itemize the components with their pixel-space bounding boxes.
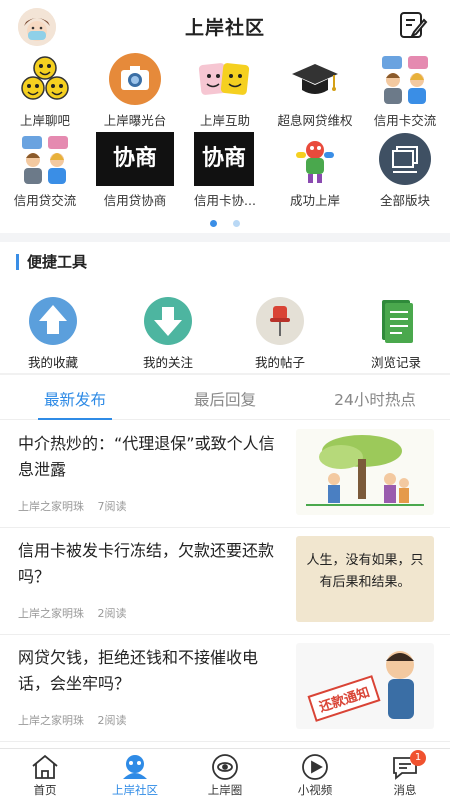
active-tab-indicator (38, 418, 112, 420)
nav-label: 小视频 (297, 783, 333, 797)
app-root: 上岸社区 上岸聊吧 上岸曝光台 上岸互助 超息网贷维权 信用卡交流 信用贷交流 … (0, 0, 450, 800)
category-label: 上岸曝光台 (103, 113, 167, 128)
page-dot[interactable] (232, 220, 240, 227)
nav-label: 消息 (393, 783, 417, 797)
tool-label: 我的关注 (142, 355, 193, 370)
circle-icon (210, 753, 240, 781)
tool-history[interactable]: 浏览记录 (346, 296, 446, 371)
pin-icon (253, 296, 307, 346)
feed-tabs: 最新发布 最后回复 24小时热点 (0, 380, 450, 420)
nav-circle[interactable]: 上岸圈 (180, 753, 270, 798)
post-title: 中介热炒的：“代理退保”或致个人信息泄露 (18, 434, 275, 479)
category-item[interactable]: 全部版块 (360, 132, 450, 209)
category-item[interactable]: 协商 信用贷协商 (90, 132, 180, 209)
category-item[interactable]: 信用贷交流 (0, 132, 90, 209)
page-dot-active[interactable] (210, 220, 218, 227)
celebrate-icon (288, 132, 342, 186)
category-label: 信用卡交流 (373, 113, 437, 128)
all-sections-icon (378, 132, 432, 186)
negotiate-icon: 协商 (194, 132, 254, 186)
tab-24h-hot[interactable]: 24小时热点 (300, 388, 450, 410)
document-icon (369, 296, 423, 346)
section-divider (0, 373, 450, 375)
unread-badge: 1 (410, 750, 426, 766)
post-item[interactable]: 信用卡被发卡行冻结，欠款还要还款吗？ 上岸之家明珠 2阅读 人生，没有如果，只有… (0, 528, 450, 635)
nav-home[interactable]: 首页 (0, 753, 90, 798)
chat-people-icon (378, 52, 432, 106)
tool-favorites[interactable]: 我的收藏 (3, 296, 103, 371)
negotiate-icon: 协商 (96, 132, 174, 186)
community-icon (120, 753, 150, 781)
category-label: 信用卡协... (194, 193, 256, 208)
post-item[interactable]: 网贷欠钱，拒绝还钱和不接催收电话，会坐牢吗？ 上岸之家明珠 2阅读 还款通知 (0, 635, 450, 742)
camera-icon (108, 52, 162, 106)
nav-community[interactable]: 上岸社区 (90, 753, 180, 798)
emoji-group-icon (18, 52, 72, 106)
post-title: 网贷欠钱，拒绝还钱和不接催收电话，会坐牢吗？ (18, 648, 259, 693)
chat-people-icon (18, 132, 72, 186)
tool-label: 我的收藏 (27, 355, 78, 370)
category-label: 全部版块 (379, 193, 430, 208)
tools-section-title: 便捷工具 (16, 254, 87, 270)
tool-my-posts[interactable]: 我的帖子 (230, 296, 330, 371)
category-label: 上岸互助 (199, 113, 250, 128)
tool-label: 浏览记录 (370, 355, 421, 370)
tab-latest[interactable]: 最新发布 (0, 388, 150, 410)
bottom-nav: 首页 上岸社区 上岸圈 小视频 1 消息 (0, 748, 450, 800)
post-meta: 上岸之家明珠 2阅读 (18, 605, 127, 621)
post-item[interactable]: 中介热炒的：“代理退保”或致个人信息泄露 上岸之家明珠 7阅读 (0, 421, 450, 528)
category-item[interactable]: 信用卡交流 (360, 52, 450, 129)
category-item[interactable]: 上岸互助 (180, 52, 270, 129)
nav-label: 上岸社区 (112, 783, 158, 797)
home-icon (30, 753, 60, 781)
category-label: 超息网贷维权 (277, 113, 353, 128)
post-meta: 上岸之家明珠 2阅读 (18, 712, 127, 728)
page-title: 上岸社区 (184, 17, 265, 39)
arrow-up-icon (26, 296, 80, 346)
category-item[interactable]: 协商 信用卡协... (180, 132, 270, 209)
post-thumbnail (296, 429, 434, 515)
category-item[interactable]: 上岸曝光台 (90, 52, 180, 129)
nav-label: 上岸圈 (207, 783, 243, 797)
post-reads: 7阅读 (97, 500, 127, 513)
compose-icon[interactable] (398, 10, 428, 40)
post-title: 信用卡被发卡行冻结，欠款还要还款吗？ (18, 541, 275, 586)
category-label: 信用贷交流 (13, 193, 77, 208)
message-icon: 1 (390, 750, 426, 781)
category-label: 成功上岸 (289, 193, 340, 208)
post-thumbnail: 还款通知 (296, 643, 434, 729)
post-reads: 2阅读 (97, 607, 127, 620)
category-item[interactable]: 成功上岸 (270, 132, 360, 209)
post-meta: 上岸之家明珠 7阅读 (18, 498, 127, 514)
page-indicator (0, 212, 450, 231)
post-reads: 2阅读 (97, 714, 127, 727)
nav-video[interactable]: 小视频 (270, 753, 360, 798)
nav-messages[interactable]: 1 消息 (360, 750, 450, 798)
tool-following[interactable]: 我的关注 (118, 296, 218, 371)
category-item[interactable]: 上岸聊吧 (0, 52, 90, 129)
category-item[interactable]: 超息网贷维权 (270, 52, 360, 129)
post-author: 上岸之家明珠 (18, 714, 84, 727)
top-bar: 上岸社区 (0, 0, 450, 50)
post-thumbnail: 人生，没有如果，只有后果和结果。 (296, 536, 434, 622)
nav-label: 首页 (33, 783, 57, 797)
section-divider (0, 233, 450, 242)
faces-icon (198, 52, 252, 106)
category-label: 上岸聊吧 (19, 113, 70, 128)
graduation-cap-icon (288, 52, 342, 106)
arrow-down-icon (141, 296, 195, 346)
category-label: 信用贷协商 (103, 193, 167, 208)
video-icon (300, 753, 330, 781)
post-author: 上岸之家明珠 (18, 500, 84, 513)
tab-last-reply[interactable]: 最后回复 (150, 388, 300, 410)
tool-label: 我的帖子 (254, 355, 305, 370)
post-author: 上岸之家明珠 (18, 607, 84, 620)
